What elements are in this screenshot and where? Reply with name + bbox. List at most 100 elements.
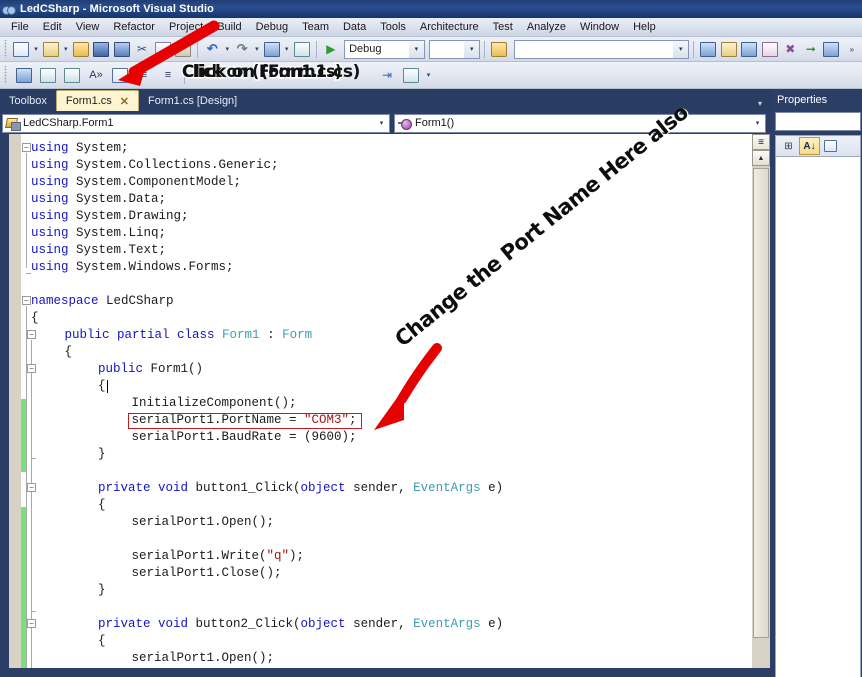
undo-dropdown-icon[interactable]: ▾ [223,39,232,60]
navigate-forward-icon[interactable] [292,39,310,60]
decrease-indent-icon[interactable]: ≡ [157,65,179,86]
class-view-icon[interactable]: ➞ [802,39,820,60]
type-dropdown[interactable]: LedCSharp.Form1 ▾ [2,113,390,133]
add-new-item-icon[interactable] [42,39,60,60]
toolbar-grip-2[interactable] [3,66,10,84]
chevron-down-icon-member[interactable]: ▾ [750,119,765,127]
quick-find-icon[interactable] [400,65,422,86]
menu-item-tools[interactable]: Tools [373,19,413,35]
code-token: public [98,362,144,376]
menu-item-debug[interactable]: Debug [249,19,295,35]
split-view-button[interactable]: ≡ [752,134,770,150]
alphabetical-sort-icon[interactable]: A↓ [799,137,820,155]
code-token: "q" [266,549,290,563]
object-browser-icon[interactable] [740,39,758,60]
menu-item-project[interactable]: Project [162,19,210,35]
navigate-backward-dropdown-icon[interactable]: ▾ [282,39,291,60]
properties-object-combo[interactable] [775,112,861,131]
open-file-icon[interactable] [71,39,89,60]
task-list-icon[interactable] [822,39,840,60]
find-in-files-icon[interactable] [490,39,508,60]
save-all-icon[interactable] [112,39,130,60]
code-line: using System.Drawing; [31,208,752,225]
toolbar-separator-3 [484,40,486,58]
redo-icon[interactable]: ↷ [233,39,251,60]
editor-indicator-margin[interactable] [9,134,21,668]
code-editor[interactable]: − − − − − − using System; using System.Collect… [0,134,752,668]
uncomment-selection-icon[interactable] [109,65,131,86]
menu-item-view[interactable]: View [69,19,107,35]
tab-toolbox[interactable]: Toolbox [0,91,56,111]
more-buttons-icon[interactable]: » [843,39,861,60]
code-token: ; [349,413,357,427]
menu-item-window[interactable]: Window [573,19,626,35]
comment-selection-icon[interactable]: A» [85,65,107,86]
window-title: LedCSharp - Microsoft Visual Studio [20,3,214,15]
find-input[interactable]: ▾ [513,39,690,59]
navigate-backward-icon[interactable] [263,39,281,60]
solution-explorer-icon[interactable] [699,39,717,60]
text-editor-overflow-icon[interactable]: ▾ [423,65,434,86]
tab-toolbox-label: Toolbox [9,95,47,107]
solution-platform-combo[interactable]: ▾ [428,39,481,59]
code-line: } [31,446,752,463]
code-token: LedCSharp [98,294,174,308]
paste-icon[interactable] [174,39,192,60]
next-bookmark-icon[interactable] [61,65,83,86]
outlining-collapse-icon[interactable]: − [22,296,31,305]
member-dropdown-value: Form1() [415,117,455,129]
undo-icon[interactable]: ↶ [203,39,221,60]
start-debugging-icon[interactable]: ▶ [322,39,340,60]
chevron-down-icon-2[interactable]: ▾ [464,40,480,58]
menu-item-refactor[interactable]: Refactor [106,19,162,35]
copy-icon[interactable] [153,39,171,60]
code-token: using [31,192,69,206]
close-icon[interactable]: ✕ [120,95,129,108]
add-new-item-dropdown-icon[interactable]: ▾ [61,39,70,60]
vertical-scrollbar-thumb[interactable] [753,168,769,638]
solution-configuration-combo[interactable]: Debug ▾ [344,39,425,59]
menu-item-build[interactable]: Build [210,19,248,35]
properties-window-icon[interactable] [720,39,738,60]
menu-item-test[interactable]: Test [486,19,520,35]
toolbox-icon[interactable] [761,39,779,60]
menu-item-file[interactable]: File [4,19,36,35]
menu-item-team[interactable]: Team [295,19,336,35]
code-token: using [31,209,69,223]
tab-form1-cs[interactable]: Form1.cs ✕ [55,90,139,111]
categorized-sort-icon[interactable]: ⊞ [778,137,799,155]
member-dropdown[interactable]: Form1() ▾ [394,113,766,133]
toggle-bookmark-icon[interactable] [37,65,59,86]
go-to-definition-icon[interactable]: ⇥ [376,65,398,86]
code-token: Form1() [143,362,204,376]
chevron-down-icon-type[interactable]: ▾ [374,119,389,127]
cut-icon[interactable]: ✂ [133,39,151,60]
redo-dropdown-icon[interactable]: ▾ [252,39,261,60]
display-line-numbers-icon[interactable] [13,65,35,86]
error-list-icon[interactable]: ✖ [781,39,799,60]
property-pages-icon[interactable] [820,137,841,155]
scroll-up-arrow-icon[interactable]: ▲ [752,150,770,166]
menu-item-architecture[interactable]: Architecture [413,19,486,35]
code-token: e) [480,617,504,631]
save-icon[interactable] [92,39,110,60]
tab-form1-cs-design[interactable]: Form1.cs [Design] [139,91,246,111]
code-text[interactable]: using System; using System.Collections.Ge… [31,134,752,668]
outlining-collapse-icon[interactable]: − [22,143,31,152]
code-line: serialPort1.PortName = "COM3"; [31,412,752,429]
new-project-icon[interactable] [12,39,30,60]
code-token: e) [480,481,504,495]
menu-item-help[interactable]: Help [626,19,663,35]
properties-grid[interactable] [775,157,861,677]
toolbar-grip[interactable] [3,40,9,58]
chevron-down-icon-3[interactable]: ▾ [673,40,689,58]
code-token: System.Text; [68,243,167,257]
new-project-dropdown-icon[interactable]: ▾ [31,39,40,60]
chevron-down-icon-tabs[interactable]: ▾ [758,99,762,108]
menu-item-analyze[interactable]: Analyze [520,19,573,35]
vertical-scrollbar[interactable]: ≡ ▲ [752,134,770,668]
chevron-down-icon[interactable]: ▾ [408,40,424,58]
menu-item-data[interactable]: Data [336,19,373,35]
increase-indent-icon[interactable]: ≡ [133,65,155,86]
menu-item-edit[interactable]: Edit [36,19,69,35]
